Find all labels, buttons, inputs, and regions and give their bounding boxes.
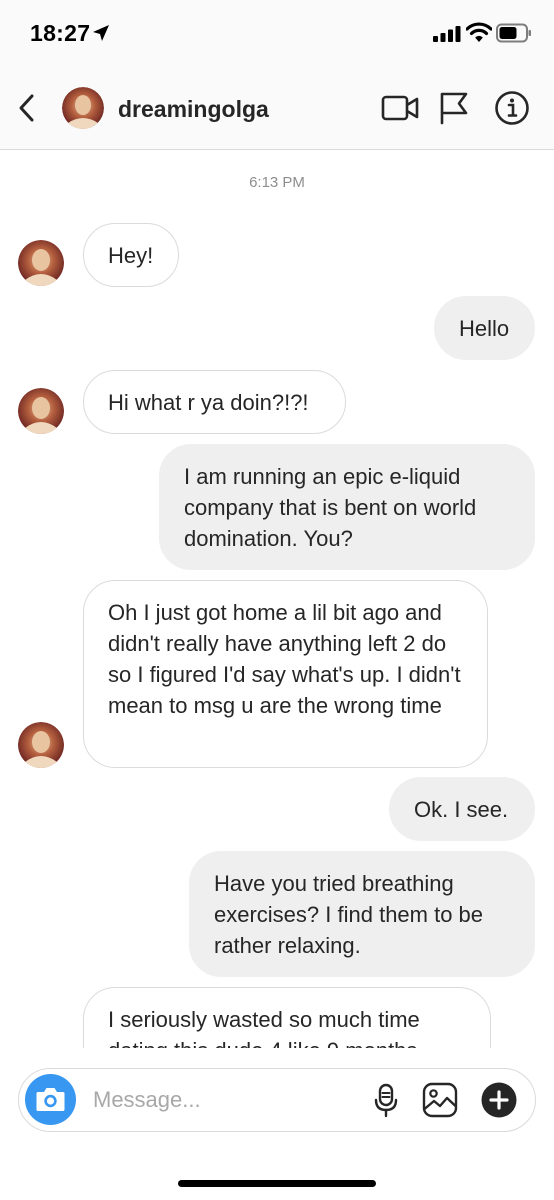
signal-icon <box>433 26 461 42</box>
message-input[interactable] <box>93 1083 353 1117</box>
message-bubble-outgoing[interactable]: Ok. I see. <box>389 777 535 841</box>
message-thread[interactable]: 6:13 PM Hey! Hello Hi what r ya doin?!?!… <box>0 150 554 1048</box>
message-bubble-outgoing[interactable]: I am running an epic e-liquid company th… <box>159 444 535 570</box>
thread-username[interactable]: dreamingolga <box>118 96 269 123</box>
message-text: Ok. I see. <box>414 797 509 822</box>
message-bubble-incoming[interactable]: Hey! <box>83 223 179 287</box>
message-text: Hey! <box>108 243 154 268</box>
camera-button[interactable] <box>25 1074 76 1125</box>
back-chevron-icon[interactable] <box>12 86 42 130</box>
home-indicator <box>178 1180 376 1187</box>
message-text: I seriously wasted so much time dating t… <box>108 1007 420 1048</box>
message-bubble-outgoing[interactable]: Have you tried breathing exercises? I fi… <box>189 851 535 977</box>
flag-icon[interactable] <box>434 90 474 126</box>
message-text: Hello <box>459 316 510 341</box>
wifi-icon <box>466 22 492 42</box>
message-text: Hi what r ya doin?!?! <box>108 390 309 415</box>
message-bubble-incoming[interactable]: Hi what r ya doin?!?! <box>83 370 346 434</box>
composer-bar <box>0 1048 554 1200</box>
battery-icon <box>496 23 531 43</box>
avatar[interactable] <box>62 87 104 129</box>
avatar[interactable] <box>18 722 64 768</box>
video-call-icon[interactable] <box>380 90 420 126</box>
info-icon[interactable] <box>492 90 532 126</box>
status-bar: 18:27 <box>0 0 554 68</box>
dm-thread-screen: 18:27 dreamingolga 6:13 PM Hey! Hello Hi… <box>0 0 554 1200</box>
message-text: I am running an epic e-liquid company th… <box>184 464 477 551</box>
message-bubble-incoming[interactable]: Oh I just got home a lil bit ago and did… <box>83 580 488 768</box>
microphone-icon[interactable] <box>368 1082 404 1118</box>
message-text: Oh I just got home a lil bit ago and did… <box>108 600 461 718</box>
avatar[interactable] <box>18 240 64 286</box>
message-composer <box>18 1068 536 1132</box>
message-text: Have you tried breathing exercises? I fi… <box>214 871 484 958</box>
message-bubble-incoming[interactable]: I seriously wasted so much time dating t… <box>83 987 491 1048</box>
avatar[interactable] <box>18 388 64 434</box>
status-time: 18:27 <box>30 20 91 46</box>
plus-icon[interactable] <box>481 1082 517 1118</box>
gallery-icon[interactable] <box>422 1082 458 1118</box>
thread-header: dreamingolga <box>0 68 554 150</box>
camera-icon <box>36 1088 65 1111</box>
message-bubble-outgoing[interactable]: Hello <box>434 296 535 360</box>
location-arrow-icon <box>93 25 109 41</box>
thread-timestamp: 6:13 PM <box>249 174 305 191</box>
